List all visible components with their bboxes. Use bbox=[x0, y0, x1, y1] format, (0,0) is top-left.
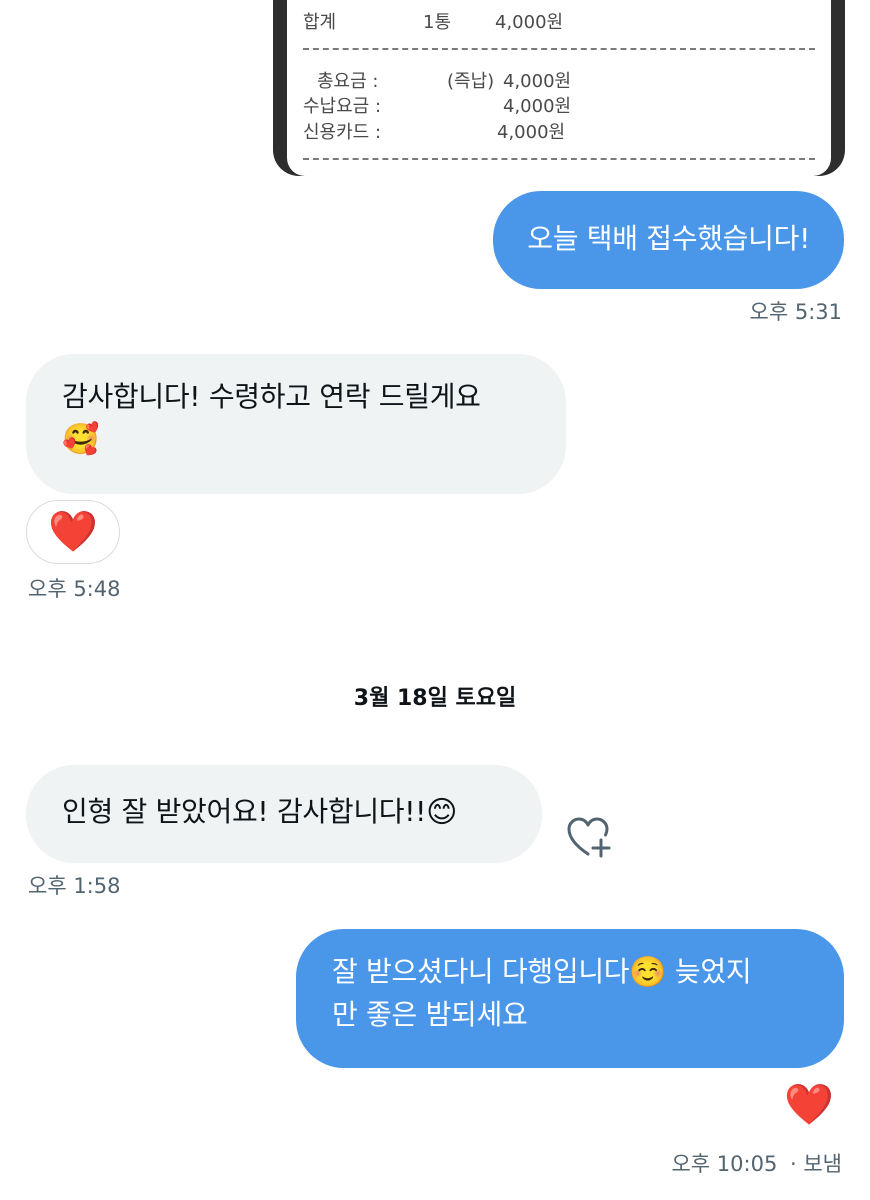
message-timestamp: 오후 1:58 bbox=[28, 874, 121, 898]
message-timestamp: 오후 10:05 bbox=[671, 1152, 778, 1176]
receipt-row-amount: 4,000원 bbox=[503, 96, 572, 117]
incoming-message-bubble[interactable]: 인형 잘 받았어요! 감사합니다!!😊 bbox=[26, 765, 542, 863]
receipt-row-label: 총요금 : bbox=[317, 71, 379, 92]
sent-status: · 보냄 bbox=[790, 1152, 842, 1176]
receipt-row-label: 수납요금 : bbox=[303, 96, 382, 117]
receipt-divider bbox=[303, 158, 815, 160]
heart-icon: ❤️ bbox=[48, 509, 98, 555]
message-text: 인형 잘 받았어요! 감사합니다!! bbox=[62, 795, 427, 828]
receipt-row-amount: 4,000원 bbox=[503, 71, 572, 92]
heart-reaction-icon[interactable]: ❤️ bbox=[784, 1083, 834, 1127]
reaction-chip[interactable]: ❤️ bbox=[26, 500, 120, 564]
smiling-face-emoji: 😊 bbox=[426, 795, 458, 830]
message-text: 오늘 택배 접수했습니다! bbox=[527, 222, 810, 255]
incoming-message-bubble[interactable]: 감사합니다! 수령하고 연락 드릴게요 🥰 bbox=[26, 354, 566, 494]
receipt-row-note: (즉납) bbox=[447, 71, 495, 92]
receipt-paper: 합계 1통 4,000원 총요금 : (즉납) 4,000원 수납요금 : 4,… bbox=[287, 0, 831, 176]
message-text: 늦었지 bbox=[666, 955, 752, 988]
outgoing-message-bubble[interactable]: 잘 받으셨다니 다행입니다☺️ 늦었지 만 좋은 밤되세요 bbox=[296, 929, 844, 1068]
receipt-divider bbox=[303, 48, 815, 50]
heart-plus-icon[interactable] bbox=[566, 816, 612, 858]
receipt-row-label: 신용카드 : bbox=[303, 122, 382, 143]
date-separator: 3월 18일 토요일 bbox=[353, 686, 517, 711]
outgoing-message-bubble[interactable]: 오늘 택배 접수했습니다! bbox=[493, 191, 844, 289]
message-meta: 오후 10:05 · 보냄 bbox=[671, 1148, 842, 1178]
message-text: 만 좋은 밤되세요 bbox=[332, 998, 528, 1031]
relieved-smile-emoji: ☺️ bbox=[629, 955, 667, 990]
receipt-row-amount: 4,000원 bbox=[497, 122, 566, 143]
smiling-face-with-hearts-emoji: 🥰 bbox=[62, 422, 100, 457]
message-text: 잘 받으셨다니 다행입니다 bbox=[332, 955, 630, 988]
receipt-total-count: 1통 bbox=[423, 12, 452, 33]
receipt-total-label: 합계 bbox=[303, 12, 337, 33]
receipt-total-amount: 4,000원 bbox=[495, 12, 564, 33]
receipt-image-attachment[interactable]: 합계 1통 4,000원 총요금 : (즉납) 4,000원 수납요금 : 4,… bbox=[273, 0, 845, 176]
message-timestamp: 오후 5:31 bbox=[749, 300, 842, 324]
message-text: 감사합니다! 수령하고 연락 드릴게요 bbox=[62, 380, 481, 413]
message-timestamp: 오후 5:48 bbox=[28, 577, 121, 601]
